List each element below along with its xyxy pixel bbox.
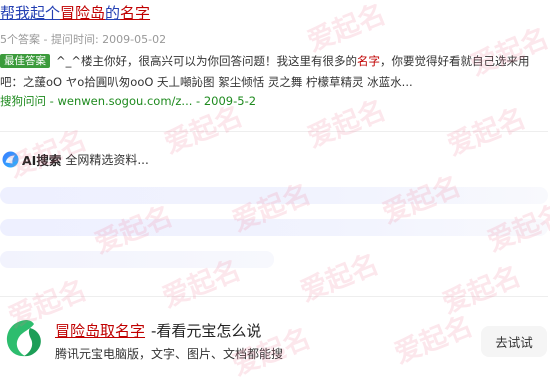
watermark: 爱起名 [296,248,383,308]
divider [0,296,548,297]
snippet-text: ^_^楼主你好，很高兴可以为你回答问题！我这里有很多的 [56,54,358,68]
best-answer-badge: 最佳答案 [0,54,50,68]
title-keyword[interactable]: 冒险岛 [60,4,105,22]
ai-search-icon [2,151,19,168]
watermark: 爱起名 [303,94,390,154]
promo-subtitle: 腾讯元宝电脑版，文字、图片、文档都能搜 [55,347,284,361]
result-title-link[interactable]: 帮我起个冒险岛的名字 [0,3,150,23]
watermark: 爱起名 [443,102,530,162]
loading-placeholder [0,219,548,236]
try-it-button[interactable]: 去试试 [481,326,547,357]
watermark: 爱起名 [390,310,477,370]
promo-title-link[interactable]: 冒险岛取名字 [55,322,145,340]
snippet-keyword: 名字 [357,54,381,68]
result-source-link[interactable]: 搜狗问问 - wenwen.sogou.com/z... - 2009-5-2 [0,93,256,109]
watermark: 爱起名 [303,0,390,58]
ai-search-label: AI搜索 [22,152,62,168]
promo-title-text: -看看元宝怎么说 [151,322,262,340]
result-meta: 5个答案 - 提问时间: 2009-05-02 [0,33,167,46]
divider [0,131,548,132]
ai-search-description: 全网精选资料... [65,152,149,167]
title-text[interactable]: 的 [105,4,120,22]
title-keyword[interactable]: 名字 [120,4,150,22]
ai-search-header[interactable]: AI搜索 全网精选资料... [2,149,149,169]
title-text[interactable]: 帮我起个 [0,4,60,22]
loading-placeholder [0,251,274,268]
watermark: 爱起名 [438,260,525,320]
yuanbao-logo-icon [4,318,44,358]
loading-placeholder [0,187,548,204]
result-snippet: 最佳答案 ^_^楼主你好，很高兴可以为你回答问题！我这里有很多的名字，你要觉得好看… [0,51,536,93]
promo-title: 冒险岛取名字 -看看元宝怎么说 [55,321,261,341]
